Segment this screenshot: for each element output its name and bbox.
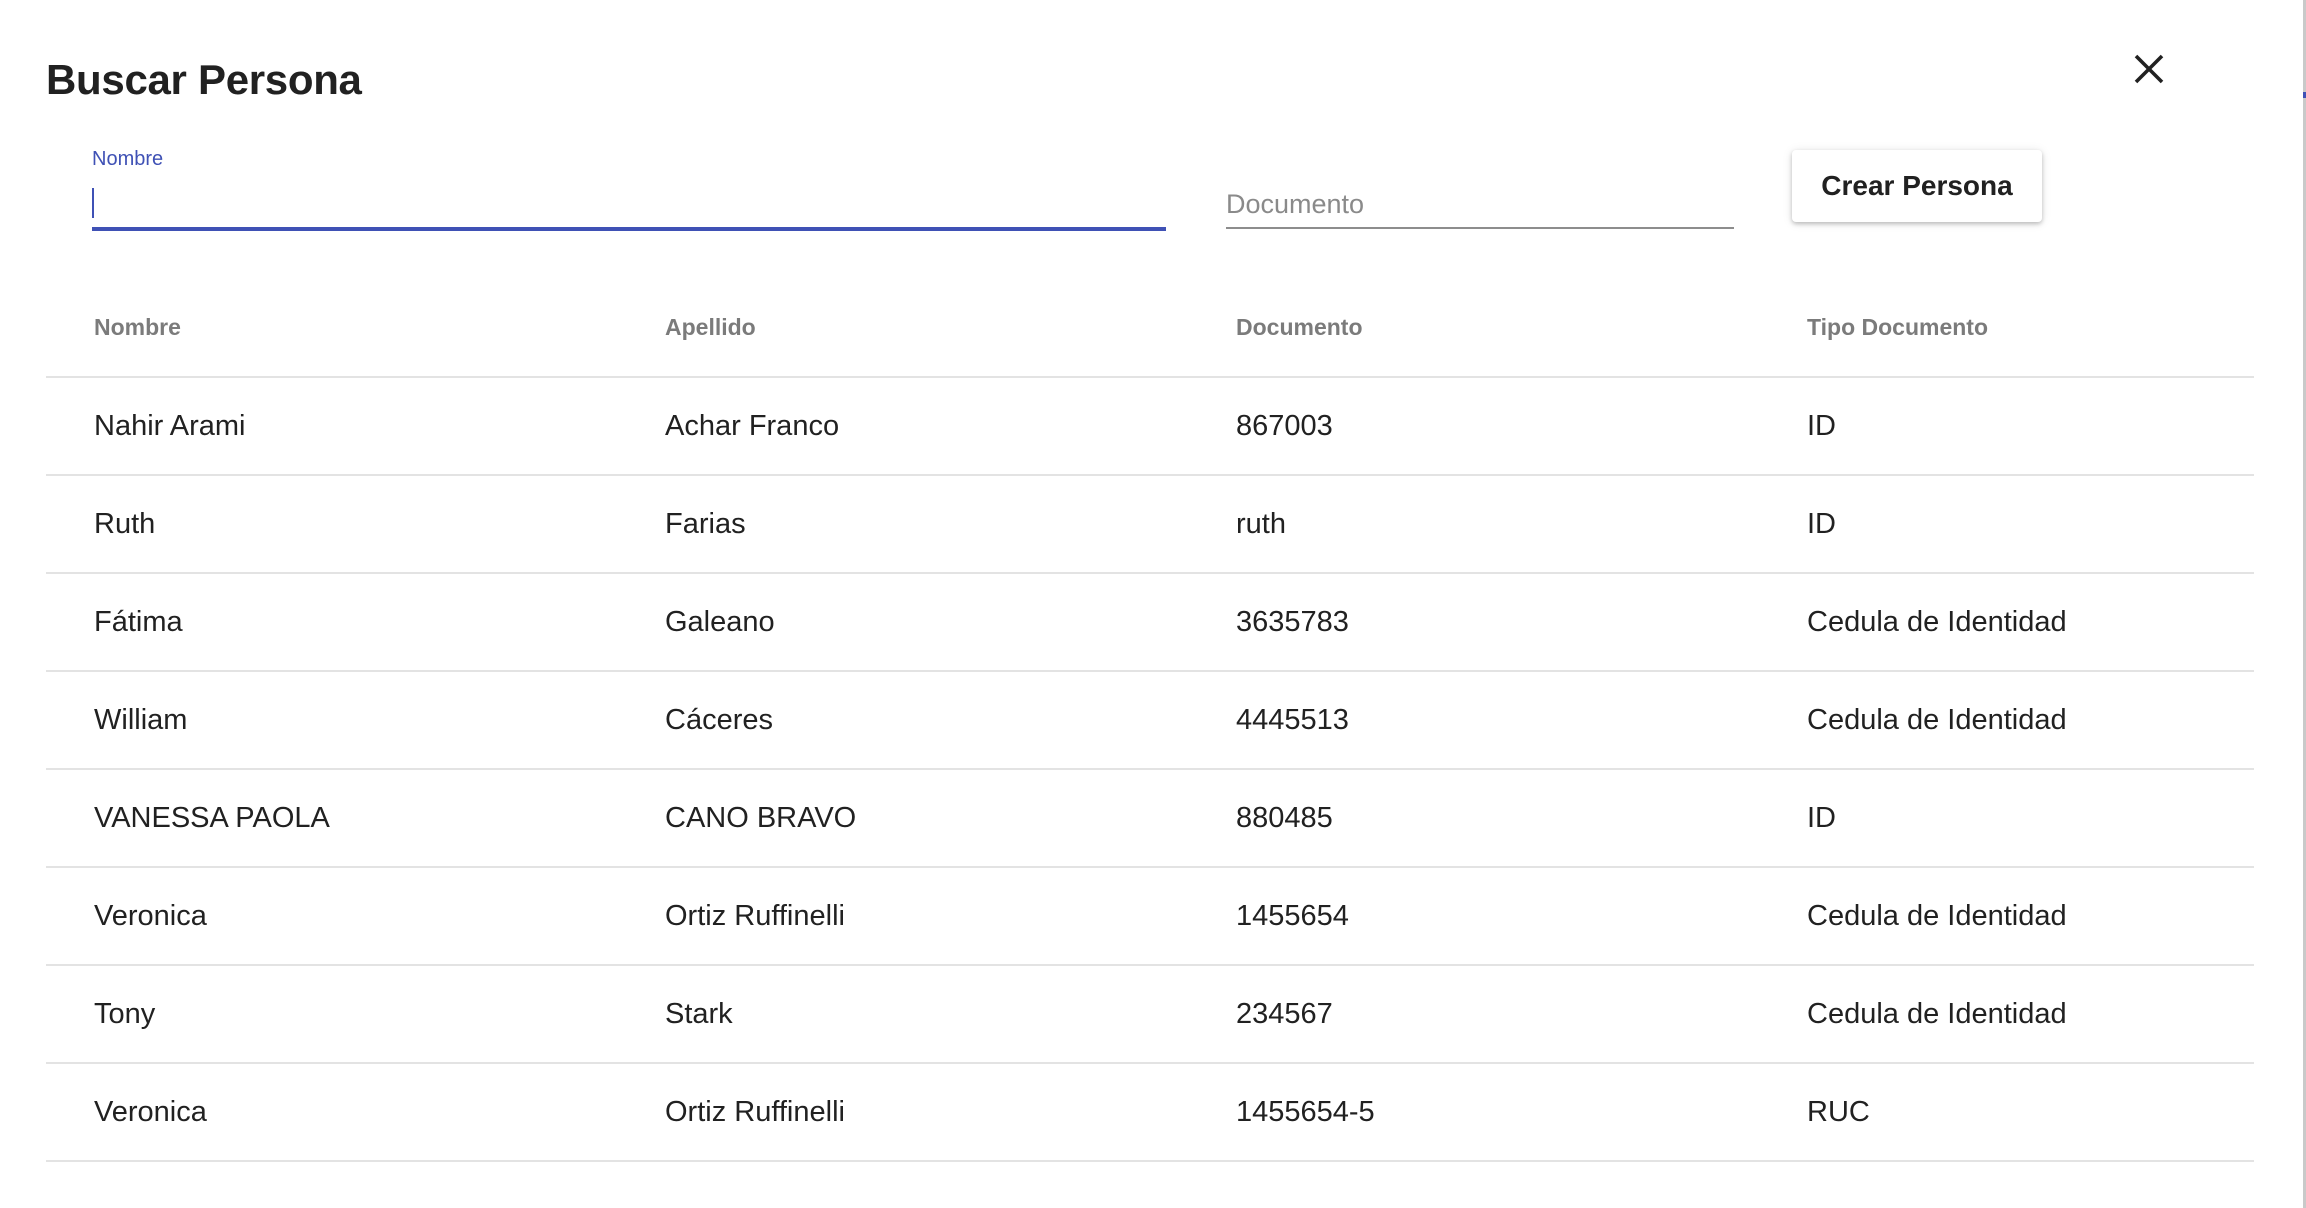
nombre-field: Nombre — [92, 142, 1166, 232]
cell-nombre: VANESSA PAOLA — [46, 769, 617, 868]
documento-field — [1226, 142, 1734, 232]
cell-documento: 4445513 — [1188, 671, 1759, 770]
cell-apellido: CANO BRAVO — [617, 769, 1188, 868]
cell-apellido: Galeano — [617, 573, 1188, 672]
cell-documento: 1455654-5 — [1188, 1063, 1759, 1162]
table-row[interactable]: William Cáceres 4445513 Cedula de Identi… — [46, 671, 2254, 770]
search-person-dialog: Buscar Persona Nombre Crear Persona Nomb… — [0, 0, 2296, 1208]
cell-documento: 234567 — [1188, 965, 1759, 1064]
cell-documento: 880485 — [1188, 769, 1759, 868]
cell-documento: 1455654 — [1188, 867, 1759, 966]
cell-tipo-documento: Cedula de Identidad — [1759, 867, 2254, 966]
cell-tipo-documento: ID — [1759, 475, 2254, 574]
documento-input[interactable] — [1226, 182, 1734, 226]
cell-apellido: Achar Franco — [617, 377, 1188, 476]
cell-apellido: Ortiz Ruffinelli — [617, 867, 1188, 966]
cell-nombre: William — [46, 671, 617, 770]
table-row[interactable]: Fátima Galeano 3635783 Cedula de Identid… — [46, 573, 2254, 672]
close-button[interactable] — [2126, 46, 2172, 92]
close-icon — [2134, 54, 2164, 84]
table-row[interactable]: Ruth Farias ruth ID — [46, 475, 2254, 574]
column-header-nombre: Nombre — [46, 278, 617, 378]
dialog-title: Buscar Persona — [46, 56, 362, 103]
cell-tipo-documento: ID — [1759, 377, 2254, 476]
table-row[interactable]: Veronica Ortiz Ruffinelli 1455654 Cedula… — [46, 867, 2254, 966]
person-results-table: Nombre Apellido Documento Tipo Documento… — [46, 278, 2254, 1162]
nombre-field-label: Nombre — [92, 148, 164, 170]
table-row[interactable]: Veronica Ortiz Ruffinelli 1455654-5 RUC — [46, 1063, 2254, 1162]
create-person-button[interactable]: Crear Persona — [1792, 150, 2042, 222]
cell-nombre: Nahir Arami — [46, 377, 617, 476]
cell-tipo-documento: Cedula de Identidad — [1759, 573, 2254, 672]
nombre-input[interactable] — [92, 182, 1166, 226]
cell-nombre: Veronica — [46, 1063, 617, 1162]
cell-tipo-documento: Cedula de Identidad — [1759, 671, 2254, 770]
table-row[interactable]: Tony Stark 234567 Cedula de Identidad — [46, 965, 2254, 1064]
table-header-row: Nombre Apellido Documento Tipo Documento — [46, 278, 2254, 378]
text-cursor — [92, 188, 94, 218]
cell-apellido: Cáceres — [617, 671, 1188, 770]
cell-apellido: Stark — [617, 965, 1188, 1064]
table-row[interactable]: Nahir Arami Achar Franco 867003 ID — [46, 377, 2254, 476]
table-row[interactable]: VANESSA PAOLA CANO BRAVO 880485 ID — [46, 769, 2254, 868]
column-header-apellido: Apellido — [617, 278, 1188, 378]
cell-documento: ruth — [1188, 475, 1759, 574]
column-header-documento: Documento — [1188, 278, 1759, 378]
documento-field-underline — [1226, 227, 1734, 229]
cell-documento: 867003 — [1188, 377, 1759, 476]
cell-nombre: Veronica — [46, 867, 617, 966]
cell-nombre: Fátima — [46, 573, 617, 672]
cell-tipo-documento: Cedula de Identidad — [1759, 965, 2254, 1064]
cell-nombre: Tony — [46, 965, 617, 1064]
column-header-tipo-documento: Tipo Documento — [1759, 278, 2254, 378]
cell-tipo-documento: ID — [1759, 769, 2254, 868]
cell-documento: 3635783 — [1188, 573, 1759, 672]
nombre-field-underline — [92, 227, 1166, 231]
cell-nombre: Ruth — [46, 475, 617, 574]
cell-tipo-documento: RUC — [1759, 1063, 2254, 1162]
cell-apellido: Farias — [617, 475, 1188, 574]
cell-apellido: Ortiz Ruffinelli — [617, 1063, 1188, 1162]
